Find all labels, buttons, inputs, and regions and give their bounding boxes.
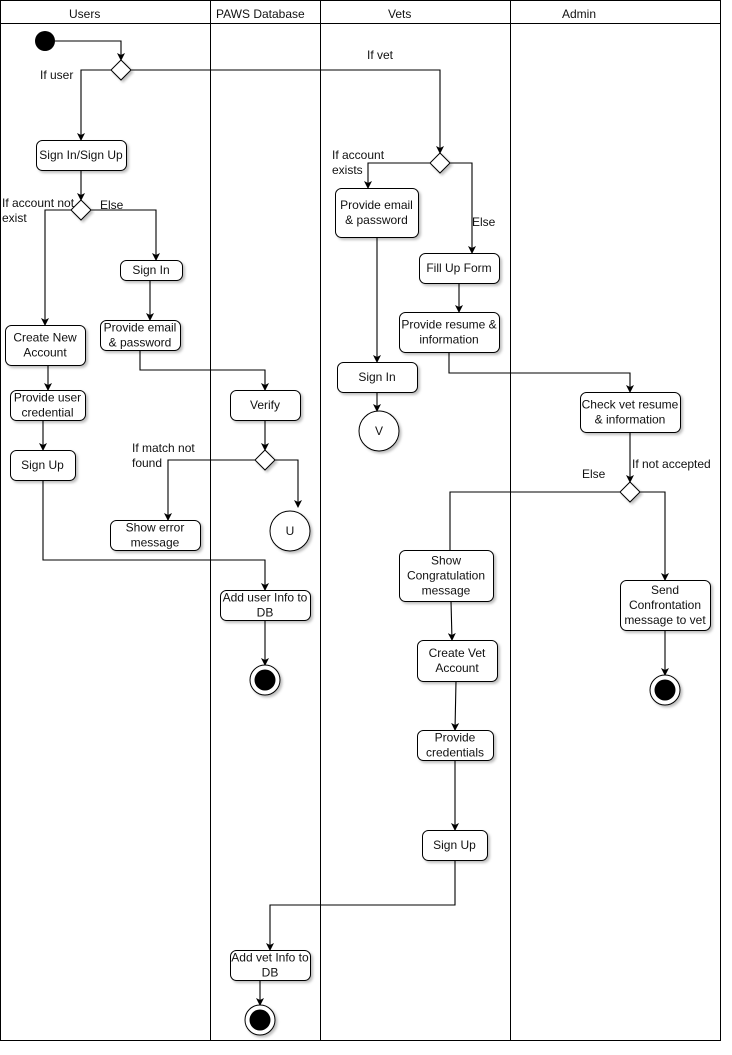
action-verify[interactable]: Verify <box>230 390 301 421</box>
start-node <box>35 31 55 51</box>
action-add-user-db[interactable]: Add user Info toDB <box>220 590 311 621</box>
guard-if-match-not-found: found <box>132 456 162 470</box>
action-label: Sign Up <box>433 838 476 852</box>
connector-label: V <box>375 424 383 438</box>
lane-header-users: Users <box>69 7 100 21</box>
action-label: DB <box>257 606 274 620</box>
guard-if-account-exists: exists <box>332 163 363 177</box>
lane-header-vets: Vets <box>388 7 411 21</box>
action-user-signin[interactable]: Sign In <box>120 260 183 281</box>
action-provide-user-credential[interactable]: Provide usercredential <box>10 390 86 421</box>
guard-else-user: Else <box>100 198 124 212</box>
action-label: Account <box>435 661 479 675</box>
action-label: & password <box>109 336 172 350</box>
action-label: Sign In <box>132 263 169 277</box>
action-send-confrontation[interactable]: SendConfrontationmessage to vet <box>620 580 711 631</box>
action-label: Confrontation <box>629 598 701 612</box>
action-create-vet-account[interactable]: Create VetAccount <box>417 640 498 682</box>
action-provide-credentials[interactable]: Providecredentials <box>417 730 494 761</box>
connector-label: U <box>286 524 295 538</box>
action-vet-signin[interactable]: Sign In <box>337 362 418 393</box>
action-label: Check vet resume <box>582 398 679 412</box>
action-signin-signup[interactable]: Sign In/Sign Up <box>36 140 127 171</box>
action-vet-provide-email[interactable]: Provide email& password <box>335 188 419 238</box>
end-node-dot <box>249 1009 271 1031</box>
action-label: Send <box>651 583 679 597</box>
action-label: Show <box>431 554 461 568</box>
lane-header-admin: Admin <box>562 7 596 21</box>
action-label: Provide user <box>14 391 81 405</box>
action-fill-form[interactable]: Fill Up Form <box>419 253 500 284</box>
action-label: Provide email <box>104 321 177 335</box>
action-label: Create Vet <box>429 646 486 660</box>
connector-user: U <box>269 510 311 552</box>
action-label: message to vet <box>624 613 706 627</box>
end-node-dot <box>654 679 676 701</box>
action-label: Fill Up Form <box>426 261 491 275</box>
action-user-provide-email[interactable]: Provide email& password <box>100 320 181 351</box>
guard-else-vet: Else <box>472 215 496 229</box>
activity-diagram: Users PAWS Database Vets Admin Sign In/S… <box>0 0 721 1041</box>
guard-else-admin: Else <box>582 467 606 481</box>
guard-if-not-accepted: If not accepted <box>632 457 711 471</box>
action-label: message <box>131 536 180 550</box>
connector-vet: V <box>358 410 400 452</box>
action-label: Add user Info to <box>223 591 308 605</box>
action-show-error[interactable]: Show errormessage <box>110 520 201 551</box>
action-show-congrats[interactable]: ShowCongratulationmessage <box>399 550 494 602</box>
action-label: Show error <box>126 521 185 535</box>
lane-header-paws-database: PAWS Database <box>216 7 305 21</box>
action-check-resume[interactable]: Check vet resume& information <box>580 392 681 433</box>
action-label: Sign In <box>358 370 395 384</box>
action-create-account[interactable]: Create NewAccount <box>5 325 86 366</box>
end-node <box>249 664 281 696</box>
guard-if-account-not-exist: If account not <box>2 196 75 210</box>
end-node-dot <box>254 669 276 691</box>
guard-if-account-not-exist: exist <box>2 211 27 225</box>
action-label: message <box>422 584 471 598</box>
action-label: Account <box>23 346 67 360</box>
action-label: & password <box>345 213 408 227</box>
guard-if-account-exists: If account <box>332 148 385 162</box>
action-label: Add vet Info to <box>231 951 309 965</box>
action-label: Sign Up <box>21 458 64 472</box>
action-label: Provide email <box>340 198 413 212</box>
guard-if-user: If user <box>40 68 73 82</box>
action-label: DB <box>262 966 279 980</box>
end-node <box>649 674 681 706</box>
action-label: & information <box>595 413 666 427</box>
action-label: Create New <box>13 331 77 345</box>
action-label: credentials <box>426 746 484 760</box>
action-label: Provide <box>435 731 476 745</box>
action-add-vet-db[interactable]: Add vet Info toDB <box>230 950 311 981</box>
action-user-signup[interactable]: Sign Up <box>10 450 76 481</box>
guard-if-vet: If vet <box>367 48 394 62</box>
action-vet-signup[interactable]: Sign Up <box>422 830 488 861</box>
action-label: Sign In/Sign Up <box>39 148 123 162</box>
action-label: Verify <box>250 398 280 412</box>
action-label: information <box>419 333 478 347</box>
guard-if-match-not-found: If match not <box>132 441 195 455</box>
action-label: Provide resume & <box>401 318 496 332</box>
action-label: credential <box>21 406 73 420</box>
end-node <box>244 1004 276 1036</box>
action-label: Congratulation <box>407 569 485 583</box>
action-provide-resume[interactable]: Provide resume &information <box>399 312 500 353</box>
